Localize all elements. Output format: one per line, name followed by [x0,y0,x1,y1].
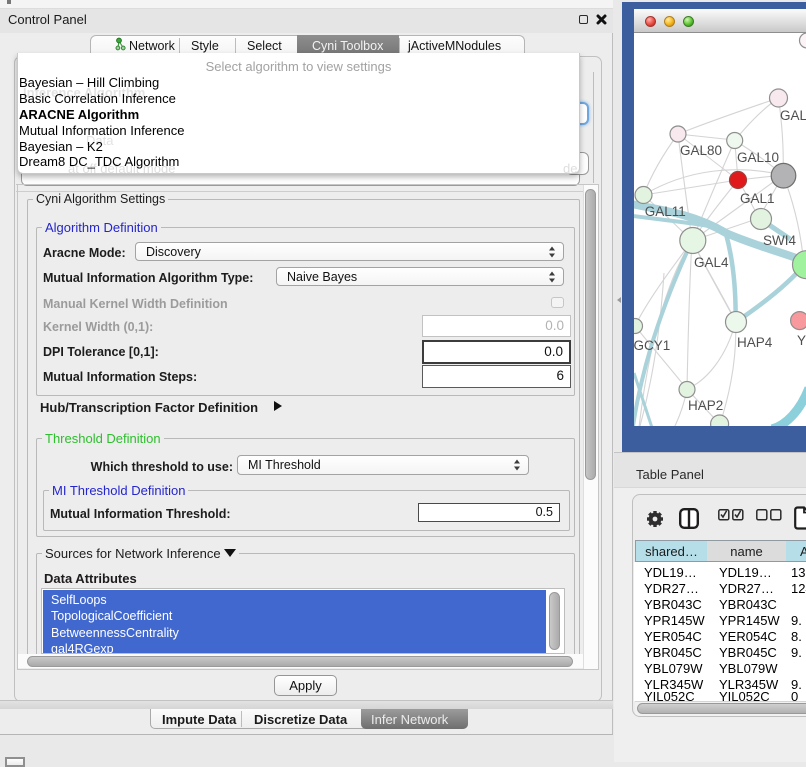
svg-text:GAL80: GAL80 [680,143,722,158]
svg-text:SWI4: SWI4 [763,233,796,248]
svg-text:GAL1: GAL1 [740,191,775,206]
svg-text:Y: Y [797,333,806,348]
svg-text:GAL10: GAL10 [737,150,779,165]
svg-text:HAP2: HAP2 [688,398,723,413]
svg-text:GAL2: GAL2 [780,108,806,123]
svg-text:GCY1: GCY1 [634,338,670,353]
svg-text:GAL4: GAL4 [694,255,729,270]
svg-text:HAP4: HAP4 [737,335,773,350]
svg-text:GAL11: GAL11 [645,204,686,219]
